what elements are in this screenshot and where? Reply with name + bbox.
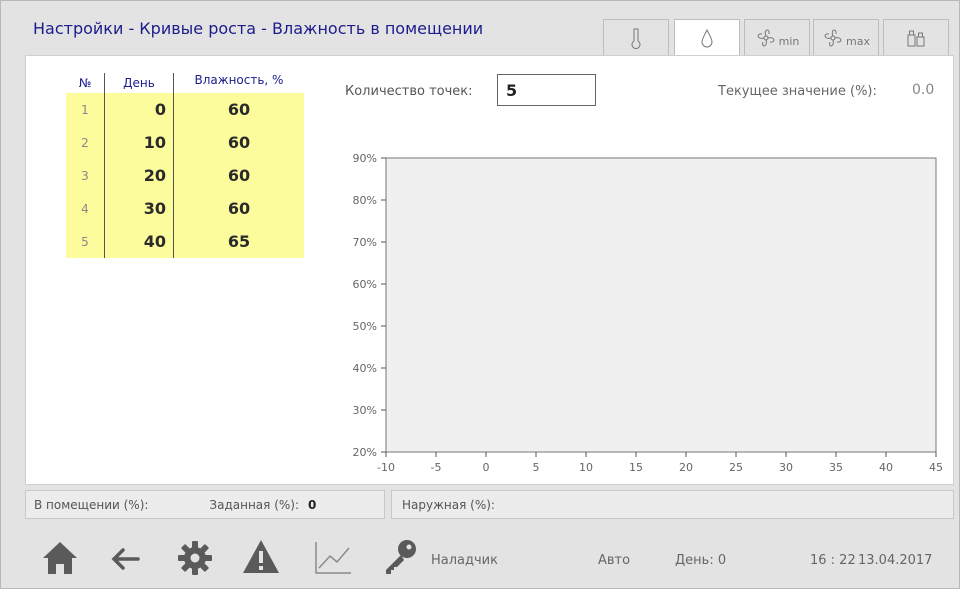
y-tick-label: 30% (353, 404, 377, 417)
y-tick-label: 60% (353, 278, 377, 291)
page-title: Настройки - Кривые роста - Влажность в п… (33, 19, 484, 38)
fan-min-icon (757, 29, 774, 46)
chart-line-icon[interactable] (313, 540, 353, 576)
clock-date: 13.04.2017 (858, 553, 933, 568)
row-number: 1 (66, 93, 105, 126)
clock-time: 16 : 22 (810, 553, 856, 568)
tab-temperature[interactable] (603, 19, 669, 55)
thermometer-icon (631, 28, 641, 49)
table-row: 5 40 65 (66, 225, 304, 258)
y-tick-label: 20% (353, 446, 377, 459)
tab-fan-max[interactable]: max (813, 19, 879, 55)
row-number: 4 (66, 192, 105, 225)
y-tick-label: 80% (353, 194, 377, 207)
humidity-cell[interactable]: 60 (174, 166, 304, 185)
column-header-day: День (105, 73, 174, 93)
x-tick-label: 30 (779, 461, 793, 474)
row-number: 3 (66, 159, 105, 192)
day-cell[interactable]: 0 (105, 93, 174, 126)
mode-label: Авто (598, 553, 631, 568)
set-humidity-value: 0 (308, 497, 317, 512)
day-cell[interactable]: 20 (105, 159, 174, 192)
bottles-icon (907, 30, 925, 46)
points-count-input[interactable]: 5 (497, 74, 596, 106)
y-tick-label: 50% (353, 320, 377, 333)
outdoor-label: Наружная (%): (402, 497, 495, 512)
x-tick-label: 10 (579, 461, 593, 474)
x-tick-label: 5 (533, 461, 540, 474)
growth-curve-table: № День Влажность, % 1 0 60 2 10 60 3 20 … (66, 73, 304, 258)
tab-sub-label: min (778, 35, 800, 48)
table-row: 4 30 60 (66, 192, 304, 225)
column-header-humidity: Влажность, % (194, 73, 284, 87)
indoor-label: В помещении (%): (34, 497, 149, 512)
y-tick-label: 70% (353, 236, 377, 249)
x-tick-label: -10 (377, 461, 395, 474)
x-tick-label: 15 (629, 461, 643, 474)
points-count-label: Количество точек: (345, 84, 473, 99)
x-tick-label: 25 (729, 461, 743, 474)
table-row: 1 0 60 (66, 93, 304, 126)
x-tick-label: 40 (879, 461, 893, 474)
droplet-icon (701, 28, 713, 48)
day-cell[interactable]: 30 (105, 192, 174, 225)
current-value: 0.0 (912, 82, 935, 98)
home-icon[interactable] (40, 538, 80, 578)
column-header-number: № (66, 73, 105, 93)
tab-sub-label: max (846, 35, 870, 48)
plot-area (385, 157, 937, 453)
day-label: День: 0 (675, 553, 727, 568)
tab-humidity[interactable] (674, 19, 740, 56)
outdoor-status-box: Наружная (%): (391, 490, 954, 519)
x-tick-label: -5 (431, 461, 442, 474)
y-tick-label: 90% (353, 152, 377, 165)
table-row: 3 20 60 (66, 159, 304, 192)
tab-supplies[interactable] (883, 19, 949, 55)
indoor-status-box: В помещении (%): Заданная (%): 0 (25, 490, 385, 519)
fan-max-icon (824, 29, 842, 46)
day-cell[interactable]: 10 (105, 126, 174, 159)
table-row: 2 10 60 (66, 126, 304, 159)
user-role-label: Наладчик (431, 553, 498, 568)
back-arrow-icon[interactable] (108, 542, 142, 576)
table-body: 1 0 60 2 10 60 3 20 60 4 30 60 5 40 65 (66, 93, 304, 258)
set-humidity-label: Заданная (%): (209, 497, 300, 512)
x-tick-label: 20 (679, 461, 693, 474)
row-number: 5 (66, 225, 105, 258)
gear-icon[interactable] (175, 538, 215, 578)
x-tick-label: 45 (929, 461, 943, 474)
x-tick-label: 0 (483, 461, 490, 474)
tab-fan-min[interactable]: min (744, 19, 810, 55)
y-tick-label: 40% (353, 362, 377, 375)
x-tick-label: 35 (829, 461, 843, 474)
humidity-cell[interactable]: 60 (174, 199, 304, 218)
table-header: № День Влажность, % (66, 73, 304, 93)
warning-icon[interactable] (240, 536, 282, 578)
humidity-cell[interactable]: 60 (174, 100, 304, 119)
row-number: 2 (66, 126, 105, 159)
humidity-cell[interactable]: 65 (174, 232, 304, 251)
humidity-cell[interactable]: 60 (174, 133, 304, 152)
key-icon[interactable] (380, 537, 422, 577)
humidity-curve-chart: 90% 80% 70% 60% 50% 40% 30% 20% -10 -5 0 5 10 15 20 25… (353, 152, 943, 474)
current-value-label: Текущее значение (%): (718, 84, 877, 99)
day-cell[interactable]: 40 (105, 225, 174, 258)
